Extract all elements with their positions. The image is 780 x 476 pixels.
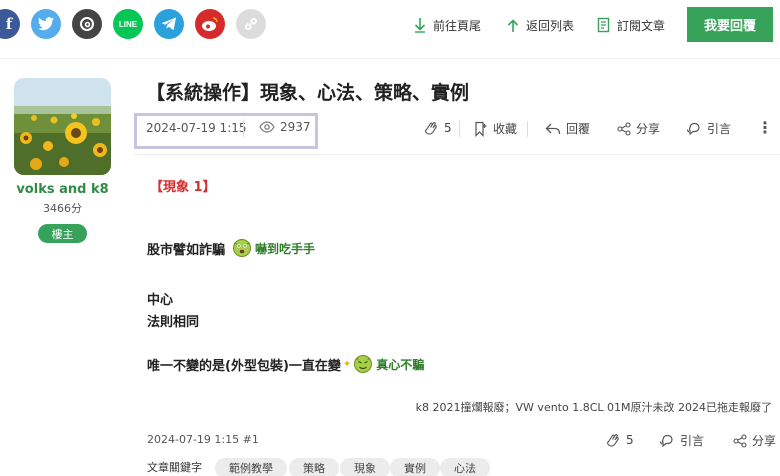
- floor-date[interactable]: 2024-07-19 1:15 #1: [147, 433, 259, 446]
- weibo-icon[interactable]: [195, 9, 225, 39]
- author-signature: k8 2021撞爛報廢；VW vento 1.8CL 01M原汁未改 2024已…: [415, 401, 772, 414]
- keyword-tag[interactable]: 範例教學: [215, 458, 287, 476]
- sincere-emoticon: 真心不騙: [353, 354, 424, 374]
- avatar[interactable]: [14, 78, 111, 175]
- sincere-face-icon: [354, 355, 373, 373]
- toolbar-divider: [0, 58, 780, 59]
- share-icon: [733, 433, 747, 448]
- body-text: 唯一不變的是(外型包裝)一直在變: [147, 358, 341, 374]
- tags-label: 文章關鍵字: [147, 461, 202, 474]
- footer-like-button[interactable]: 5: [605, 432, 634, 448]
- go-to-bottom-link[interactable]: 前往頁尾: [413, 15, 481, 35]
- reply-label: 回覆: [566, 122, 591, 136]
- clap-icon: [425, 122, 437, 135]
- action-separator: [527, 121, 528, 137]
- quote-action[interactable]: 引言: [686, 120, 731, 137]
- meta-separator: [243, 119, 244, 137]
- body-text: 股市譬如詐騙: [147, 242, 226, 258]
- footer-share-button[interactable]: 分享: [733, 432, 776, 449]
- quote-bubble-icon: [659, 434, 673, 447]
- scared-emoticon: 嚇到吃手手: [232, 238, 315, 258]
- author-name[interactable]: volks and k8: [0, 182, 125, 197]
- keyword-tag[interactable]: 現象: [340, 458, 390, 476]
- document-icon: [597, 17, 611, 33]
- body-line: 唯一不變的是(外型包裝)一直在變 ✦ 真心不騙: [147, 354, 424, 374]
- reply-action[interactable]: 回覆: [545, 120, 590, 137]
- subscribe-label: 訂閱文章: [617, 18, 666, 33]
- keyword-tag[interactable]: 實例: [390, 458, 440, 476]
- keyword-tag[interactable]: 策略: [289, 458, 339, 476]
- more-menu-button[interactable]: ⋮: [757, 118, 773, 137]
- go-to-bottom-label: 前往頁尾: [433, 18, 482, 33]
- link-icon[interactable]: [236, 9, 266, 39]
- emoticon-caption: 嚇到吃手手: [255, 241, 316, 256]
- body-line: 股市譬如詐騙 嚇到吃手手: [147, 238, 315, 258]
- op-badge: 樓主: [38, 224, 87, 243]
- arrow-up-icon: [506, 17, 520, 33]
- like-count: 5: [444, 121, 452, 135]
- clap-icon: [607, 434, 619, 447]
- threads-icon[interactable]: [72, 9, 102, 39]
- footer-share-label: 分享: [752, 434, 777, 448]
- reply-arrow-icon: [545, 123, 561, 134]
- view-count: 2937: [259, 120, 311, 134]
- share-label: 分享: [636, 122, 661, 136]
- footer-quote-button[interactable]: 引言: [659, 432, 704, 449]
- post-date: 2024-07-19 1:15: [146, 121, 247, 135]
- eye-icon: [259, 121, 275, 133]
- view-count-value: 2937: [280, 120, 311, 134]
- author-points: 3466分: [43, 202, 82, 215]
- header-divider: [134, 154, 780, 155]
- share-toolbar: f LINE 前往頁尾 返回列表 訂閱文章 我要回覆: [0, 0, 780, 52]
- telegram-icon[interactable]: [154, 9, 184, 39]
- like-button[interactable]: 5: [423, 120, 452, 136]
- post-title: 【系統操作】現象、心法、策略、實例: [146, 82, 470, 104]
- sparkle-icon: ✦: [342, 358, 352, 370]
- quote-label: 引言: [707, 122, 732, 136]
- bookmark-plus-icon: [475, 121, 487, 137]
- line-label: LINE: [118, 19, 138, 29]
- quote-bubble-icon: [686, 122, 700, 135]
- reply-button[interactable]: 我要回覆: [687, 7, 773, 42]
- twitter-icon[interactable]: [31, 9, 61, 39]
- keyword-tag[interactable]: 心法: [440, 458, 490, 476]
- footer-quote-label: 引言: [680, 434, 705, 448]
- share-action[interactable]: 分享: [617, 120, 660, 137]
- back-to-list-label: 返回列表: [526, 18, 575, 33]
- scared-face-icon: [233, 239, 252, 257]
- body-line: 法則相同: [147, 315, 200, 330]
- favorite-label: 收藏: [493, 122, 518, 136]
- facebook-letter: f: [5, 15, 13, 33]
- favorite-button[interactable]: 收藏: [474, 120, 517, 137]
- body-line: 中心: [147, 293, 174, 308]
- arrow-down-icon: [413, 17, 427, 33]
- section-title: 【現象 1】: [150, 180, 216, 195]
- line-icon[interactable]: LINE: [113, 9, 143, 39]
- back-to-list-link[interactable]: 返回列表: [506, 15, 574, 35]
- share-icon: [617, 121, 631, 136]
- facebook-icon[interactable]: f: [0, 9, 20, 39]
- subscribe-link[interactable]: 訂閱文章: [597, 15, 665, 35]
- emoticon-caption: 真心不騙: [376, 357, 425, 372]
- action-separator: [459, 121, 460, 137]
- footer-like-count: 5: [626, 433, 634, 447]
